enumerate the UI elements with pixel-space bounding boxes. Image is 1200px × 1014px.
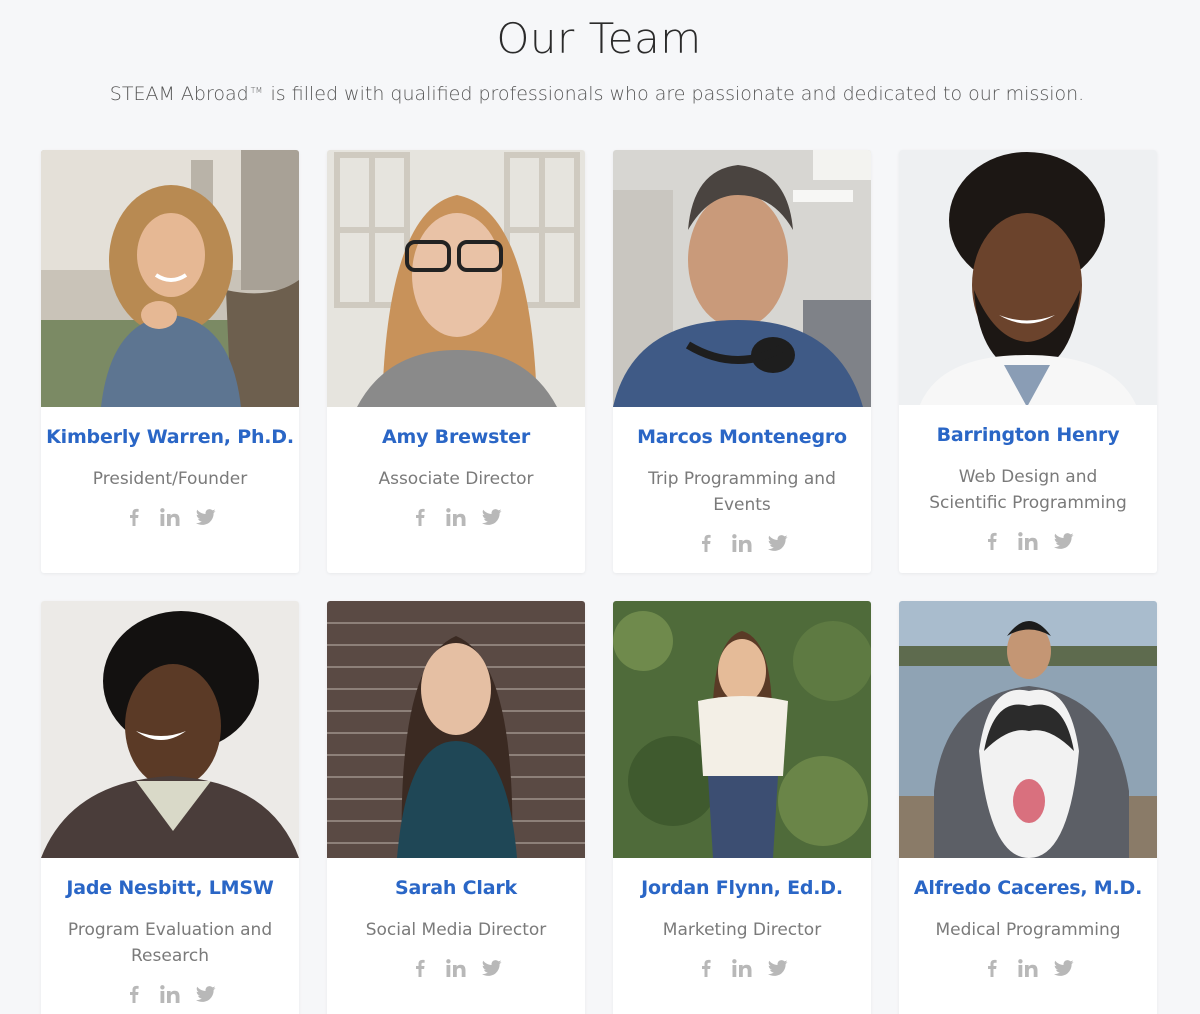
member-name[interactable]: Amy Brewster <box>327 426 585 448</box>
section-subtitle: STEAM Abroad TM is filled with qualified … <box>0 83 1194 105</box>
member-photo <box>41 150 299 407</box>
member-name[interactable]: Kimberly Warren, Ph.D. <box>41 426 299 448</box>
team-section: Our Team STEAM Abroad TM is filled with q… <box>0 0 1200 1014</box>
twitter-icon[interactable] <box>481 506 503 528</box>
member-photo <box>41 601 299 858</box>
member-photo <box>613 150 871 407</box>
member-role: Web Design and Scientific Programming <box>929 467 1127 513</box>
social-links <box>899 530 1157 552</box>
twitter-icon[interactable] <box>1053 530 1075 552</box>
linkedin-icon[interactable] <box>1017 957 1039 979</box>
social-links <box>899 957 1157 979</box>
team-card: Barrington Henry Web Design and Scientif… <box>899 150 1157 573</box>
linkedin-icon[interactable] <box>731 957 753 979</box>
member-name[interactable]: Jordan Flynn, Ed.D. <box>613 877 871 899</box>
social-links <box>327 506 585 528</box>
member-name[interactable]: Jade Nesbitt, LMSW <box>41 877 299 899</box>
social-links <box>613 957 871 979</box>
member-name[interactable]: Sarah Clark <box>327 877 585 899</box>
social-links <box>613 532 871 554</box>
team-card: Jade Nesbitt, LMSW Program Evaluation an… <box>41 601 299 1014</box>
member-name[interactable]: Barrington Henry <box>899 424 1157 446</box>
subtitle-text: is filled with qualified professionals w… <box>270 83 1085 105</box>
member-role: Program Evaluation and Research <box>67 920 273 966</box>
member-role: Medical Programming <box>935 920 1121 940</box>
member-role: Social Media Director <box>365 920 547 940</box>
linkedin-icon[interactable] <box>159 506 181 528</box>
member-name[interactable]: Alfredo Caceres, M.D. <box>899 877 1157 899</box>
facebook-icon[interactable] <box>981 957 1003 979</box>
facebook-icon[interactable] <box>123 506 145 528</box>
team-card: Jordan Flynn, Ed.D. Marketing Director <box>613 601 871 1014</box>
team-card: Alfredo Caceres, M.D. Medical Programmin… <box>899 601 1157 1014</box>
member-role: Trip Programming and Events <box>648 469 836 515</box>
member-photo <box>899 150 1157 405</box>
facebook-icon[interactable] <box>123 983 145 1005</box>
social-links <box>327 957 585 979</box>
member-role: Marketing Director <box>662 920 822 940</box>
twitter-icon[interactable] <box>195 983 217 1005</box>
facebook-icon[interactable] <box>409 957 431 979</box>
linkedin-icon[interactable] <box>445 506 467 528</box>
member-name[interactable]: Marcos Montenegro <box>613 426 871 448</box>
team-card: Amy Brewster Associate Director <box>327 150 585 573</box>
member-photo <box>899 601 1157 858</box>
social-links <box>41 983 299 1005</box>
member-photo <box>613 601 871 858</box>
twitter-icon[interactable] <box>1053 957 1075 979</box>
section-title: Our Team <box>496 14 702 63</box>
team-card: Kimberly Warren, Ph.D. President/Founder <box>41 150 299 573</box>
facebook-icon[interactable] <box>695 957 717 979</box>
subtitle-brand: STEAM Abroad <box>109 83 249 105</box>
linkedin-icon[interactable] <box>159 983 181 1005</box>
member-photo <box>327 150 585 407</box>
twitter-icon[interactable] <box>767 957 789 979</box>
member-role: President/Founder <box>92 469 248 489</box>
facebook-icon[interactable] <box>695 532 717 554</box>
linkedin-icon[interactable] <box>731 532 753 554</box>
team-card: Sarah Clark Social Media Director <box>327 601 585 1014</box>
twitter-icon[interactable] <box>767 532 789 554</box>
trademark-mark: TM <box>250 86 263 95</box>
twitter-icon[interactable] <box>481 957 503 979</box>
facebook-icon[interactable] <box>981 530 1003 552</box>
team-card: Marcos Montenegro Trip Programming and E… <box>613 150 871 573</box>
linkedin-icon[interactable] <box>445 957 467 979</box>
facebook-icon[interactable] <box>409 506 431 528</box>
linkedin-icon[interactable] <box>1017 530 1039 552</box>
social-links <box>41 506 299 528</box>
member-role: Associate Director <box>378 469 534 489</box>
twitter-icon[interactable] <box>195 506 217 528</box>
member-photo <box>327 601 585 858</box>
